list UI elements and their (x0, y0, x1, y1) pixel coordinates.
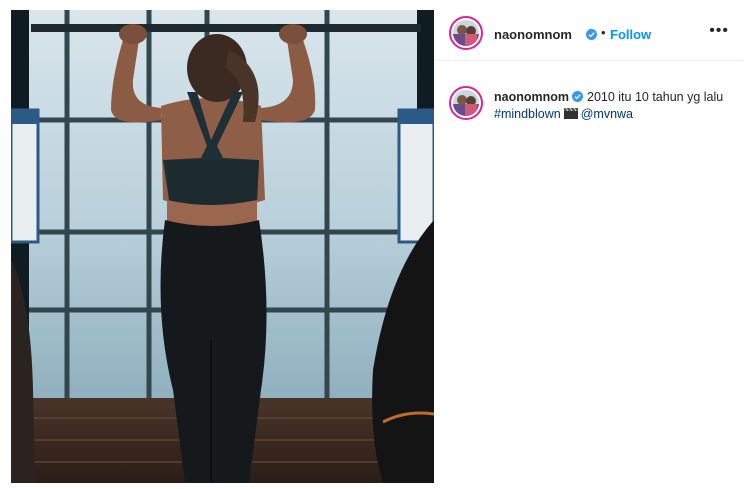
avatar-image (453, 90, 479, 116)
caption-text: 2010 itu 10 tahun yg lalu (587, 90, 724, 104)
author-username[interactable]: naonomnom (494, 27, 572, 42)
avatar-photo-icon (453, 20, 479, 46)
caption-mention[interactable]: @mvnwa (581, 107, 633, 121)
verified-badge-icon (586, 29, 597, 40)
separator-dot: • (601, 25, 606, 40)
author-avatar[interactable] (449, 16, 483, 50)
follow-button[interactable]: Follow (610, 27, 651, 42)
post-header: naonomnom • Follow ••• (435, 10, 743, 61)
avatar-image (453, 20, 479, 46)
avatar-photo-icon (453, 90, 479, 116)
post-caption: naonomnom 2010 itu 10 tahun yg lalu #min… (494, 89, 734, 123)
verified-badge-icon (572, 91, 583, 102)
photo-gym-pullup (11, 10, 434, 483)
caption-username[interactable]: naonomnom (494, 90, 569, 104)
caption-hashtag[interactable]: #mindblown (494, 107, 561, 121)
clapper-board-icon (563, 108, 578, 119)
caption-author-avatar[interactable] (449, 86, 483, 120)
post-side-panel: naonomnom • Follow ••• naonomnom 2010 it… (435, 10, 743, 485)
more-options-icon[interactable]: ••• (709, 22, 729, 40)
instagram-post: naonomnom • Follow ••• naonomnom 2010 it… (11, 10, 743, 485)
post-photo[interactable] (11, 10, 434, 483)
